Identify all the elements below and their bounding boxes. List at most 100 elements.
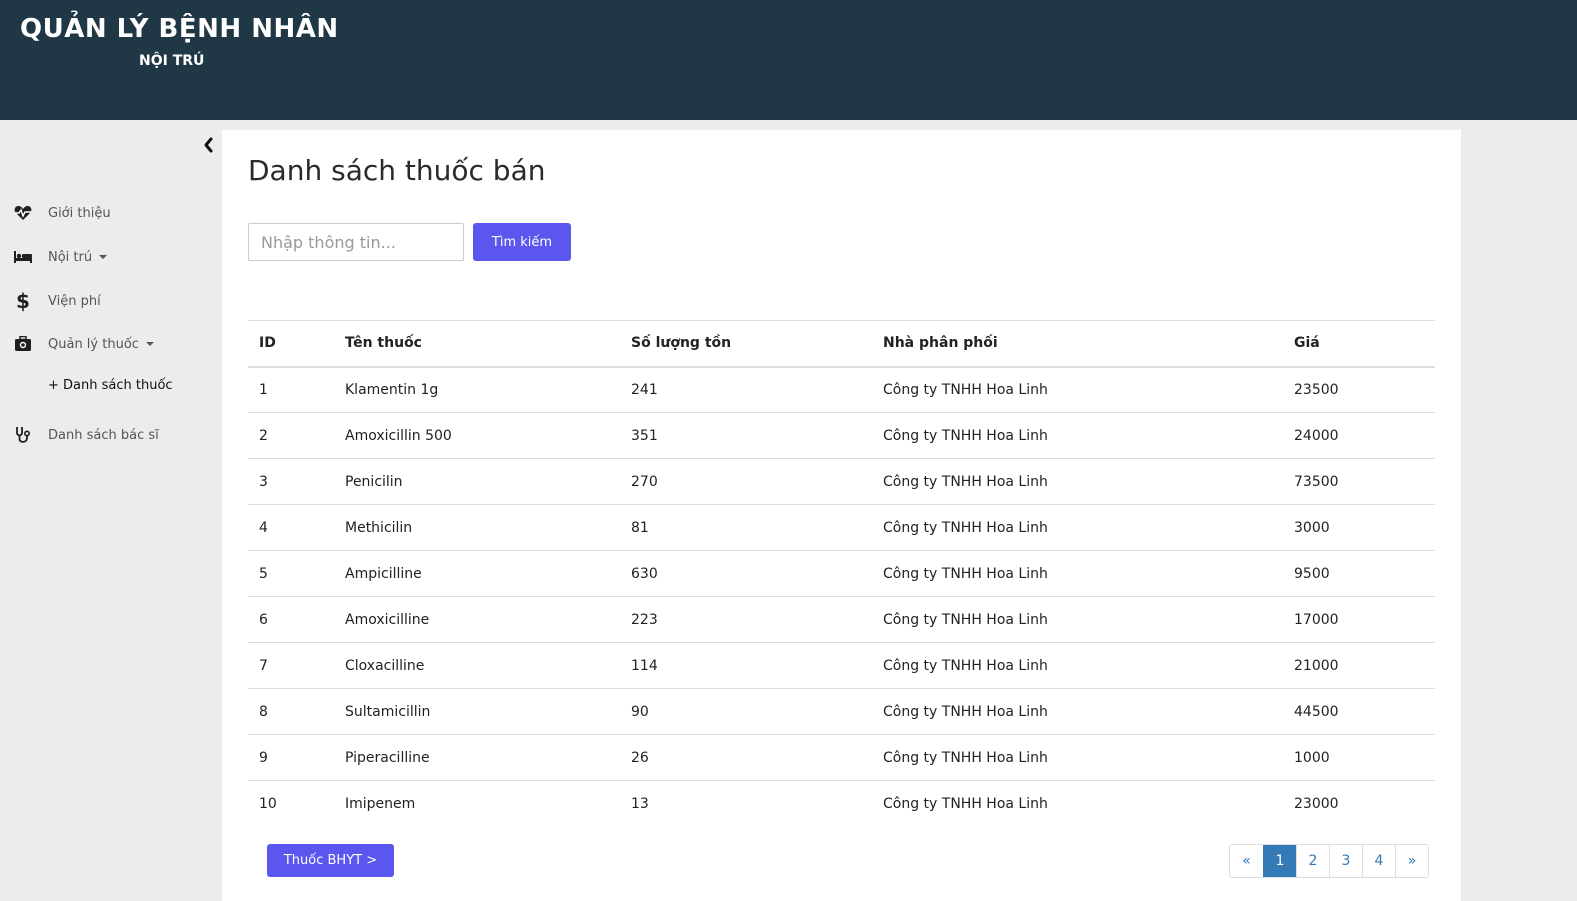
sidebar-item-danh-sach-bac-si[interactable]: Danh sách bác sĩ bbox=[0, 423, 220, 447]
cell-id: 2 bbox=[248, 412, 334, 459]
sidebar-item-label: Nội trú bbox=[48, 250, 108, 265]
cell-id: 7 bbox=[248, 642, 334, 689]
cell-distributor: Công ty TNHH Hoa Linh bbox=[872, 412, 1283, 459]
sidebar-item-label: Giới thiệu bbox=[48, 205, 111, 221]
top-header: QUẢN LÝ BỆNH NHÂN NỘI TRÚ bbox=[0, 0, 1577, 120]
table-body: 1 Klamentin 1g 241 Công ty TNHH Hoa Linh 235… bbox=[248, 366, 1435, 827]
cell-distributor: Công ty TNHH Hoa Linh bbox=[872, 366, 1283, 413]
cell-name: Penicilin bbox=[334, 458, 620, 505]
stethoscope-icon bbox=[13, 425, 33, 445]
cell-stock: 13 bbox=[631, 795, 649, 812]
cell-id: 8 bbox=[248, 688, 334, 735]
pagination-page-1[interactable]: 1 bbox=[1263, 845, 1296, 877]
pagination: « 1 2 3 4 » bbox=[1229, 844, 1429, 878]
cell-name: Klamentin 1g bbox=[334, 366, 620, 413]
sidebar-item-noi-tru[interactable]: Nội trú bbox=[0, 245, 220, 269]
sidebar-item-vien-phi[interactable]: $ Viện phí bbox=[0, 289, 220, 313]
main-content: Danh sách thuốc bán Tìm kiếm ID Tên thuố… bbox=[222, 130, 1461, 901]
table-row: 9 Piperacilline 26 Công ty TNHH Hoa Linh 100… bbox=[248, 734, 1435, 781]
table-row: 4 Methicilin 81 Công ty TNHH Hoa Linh 3000 bbox=[248, 504, 1435, 551]
cell-stock: 241 bbox=[620, 366, 872, 413]
cell-id: 1 bbox=[248, 366, 334, 413]
dollar-icon: $ bbox=[16, 289, 30, 313]
cell-price: 9500 bbox=[1283, 550, 1435, 597]
cell-stock: 630 bbox=[620, 550, 872, 597]
cell-distributor: Công ty TNHH Hoa Linh bbox=[883, 795, 1048, 812]
table-row: 8 Sultamicillin 90 Công ty TNHH Hoa Linh 445… bbox=[248, 688, 1435, 735]
table-row: 7 Cloxacilline 114 Công ty TNHH Hoa Linh 210… bbox=[248, 642, 1435, 689]
cell-id: 6 bbox=[248, 596, 334, 643]
medkit-icon bbox=[13, 334, 33, 354]
cell-price: 73500 bbox=[1283, 458, 1435, 505]
cell-name: Sultamicillin bbox=[334, 688, 620, 735]
bhyt-medicine-button[interactable]: Thuốc BHYT > bbox=[267, 844, 394, 877]
column-header-distributor: Nhà phân phối bbox=[872, 320, 1283, 368]
cell-stock: 270 bbox=[620, 458, 872, 505]
table-header-row: ID Tên thuốc Số lượng tồn Nhà phân phối … bbox=[248, 320, 1435, 368]
cell-distributor: Công ty TNHH Hoa Linh bbox=[872, 734, 1283, 781]
cell-price: 17000 bbox=[1283, 596, 1435, 643]
sidebar-item-label: Quản lý thuốc bbox=[48, 337, 154, 352]
sidebar-item-quan-ly-thuoc[interactable]: Quản lý thuốc bbox=[0, 332, 220, 356]
cell-name: Methicilin bbox=[334, 504, 620, 551]
column-header-stock: Số lượng tồn bbox=[620, 320, 872, 368]
cell-stock: 223 bbox=[620, 596, 872, 643]
table-row: 2 Amoxicillin 500 351 Công ty TNHH Hoa Linh… bbox=[248, 412, 1435, 459]
caret-down-icon bbox=[145, 342, 154, 346]
cell-distributor: Công ty TNHH Hoa Linh bbox=[872, 596, 1283, 643]
cell-id: 5 bbox=[248, 550, 334, 597]
cell-id: 10 bbox=[259, 795, 277, 812]
sidebar-subitem-danh-sach-thuoc[interactable]: + Danh sách thuốc bbox=[48, 378, 173, 393]
cell-stock: 114 bbox=[620, 642, 872, 689]
bed-icon bbox=[13, 247, 33, 267]
search-input[interactable] bbox=[248, 223, 464, 261]
cell-distributor: Công ty TNHH Hoa Linh bbox=[872, 642, 1283, 689]
column-header-price: Giá bbox=[1283, 320, 1435, 368]
cell-stock: 81 bbox=[620, 504, 872, 551]
table-row: 6 Amoxicilline 223 Công ty TNHH Hoa Linh 170… bbox=[248, 596, 1435, 643]
cell-id: 4 bbox=[248, 504, 334, 551]
pagination-page-4[interactable]: 4 bbox=[1362, 845, 1395, 877]
cell-price: 23000 bbox=[1294, 795, 1339, 812]
cell-name: Ampicilline bbox=[334, 550, 620, 597]
cell-stock: 351 bbox=[620, 412, 872, 459]
heartbeat-icon bbox=[13, 203, 33, 223]
medicine-table: ID Tên thuốc Số lượng tồn Nhà phân phối … bbox=[248, 320, 1435, 827]
app-title: QUẢN LÝ BỆNH NHÂN bbox=[20, 14, 339, 44]
cell-name: Imipenem bbox=[345, 795, 416, 812]
cell-id: 9 bbox=[248, 734, 334, 781]
cell-name: Amoxicillin 500 bbox=[334, 412, 620, 459]
pagination-page-3[interactable]: 3 bbox=[1329, 845, 1362, 877]
pagination-prev[interactable]: « bbox=[1230, 845, 1263, 877]
table-row: 5 Ampicilline 630 Công ty TNHH Hoa Linh 9500 bbox=[248, 550, 1435, 597]
column-header-id: ID bbox=[248, 320, 334, 368]
cell-price: 3000 bbox=[1283, 504, 1435, 551]
cell-price: 23500 bbox=[1283, 366, 1435, 413]
cell-name: Piperacilline bbox=[334, 734, 620, 781]
cell-price: 44500 bbox=[1283, 688, 1435, 735]
search-button[interactable]: Tìm kiếm bbox=[473, 223, 571, 261]
sidebar-item-label: Danh sách bác sĩ bbox=[48, 427, 159, 443]
cell-distributor: Công ty TNHH Hoa Linh bbox=[872, 504, 1283, 551]
table-row: 10 Imipenem 13 Công ty TNHH Hoa Linh 23000 bbox=[248, 781, 1435, 827]
cell-price: 24000 bbox=[1283, 412, 1435, 459]
cell-stock: 26 bbox=[620, 734, 872, 781]
cell-name: Amoxicilline bbox=[334, 596, 620, 643]
column-header-name: Tên thuốc bbox=[334, 320, 620, 368]
cell-distributor: Công ty TNHH Hoa Linh bbox=[872, 458, 1283, 505]
chevron-left-icon bbox=[204, 137, 213, 153]
cell-distributor: Công ty TNHH Hoa Linh bbox=[872, 688, 1283, 735]
pagination-next[interactable]: » bbox=[1395, 845, 1428, 877]
sidebar-item-label: Viện phí bbox=[48, 293, 101, 309]
sidebar-collapse-button[interactable] bbox=[200, 136, 216, 154]
sidebar-item-gioi-thieu[interactable]: Giới thiệu bbox=[0, 201, 220, 225]
cell-price: 1000 bbox=[1283, 734, 1435, 781]
table-row: 1 Klamentin 1g 241 Công ty TNHH Hoa Linh 235… bbox=[248, 366, 1435, 413]
page-title: Danh sách thuốc bán bbox=[248, 154, 546, 187]
caret-down-icon bbox=[99, 255, 108, 259]
table-row: 3 Penicilin 270 Công ty TNHH Hoa Linh 73500 bbox=[248, 458, 1435, 505]
app-subtitle: NỘI TRÚ bbox=[139, 53, 205, 69]
cell-id: 3 bbox=[248, 458, 334, 505]
cell-price: 21000 bbox=[1283, 642, 1435, 689]
pagination-page-2[interactable]: 2 bbox=[1296, 845, 1329, 877]
